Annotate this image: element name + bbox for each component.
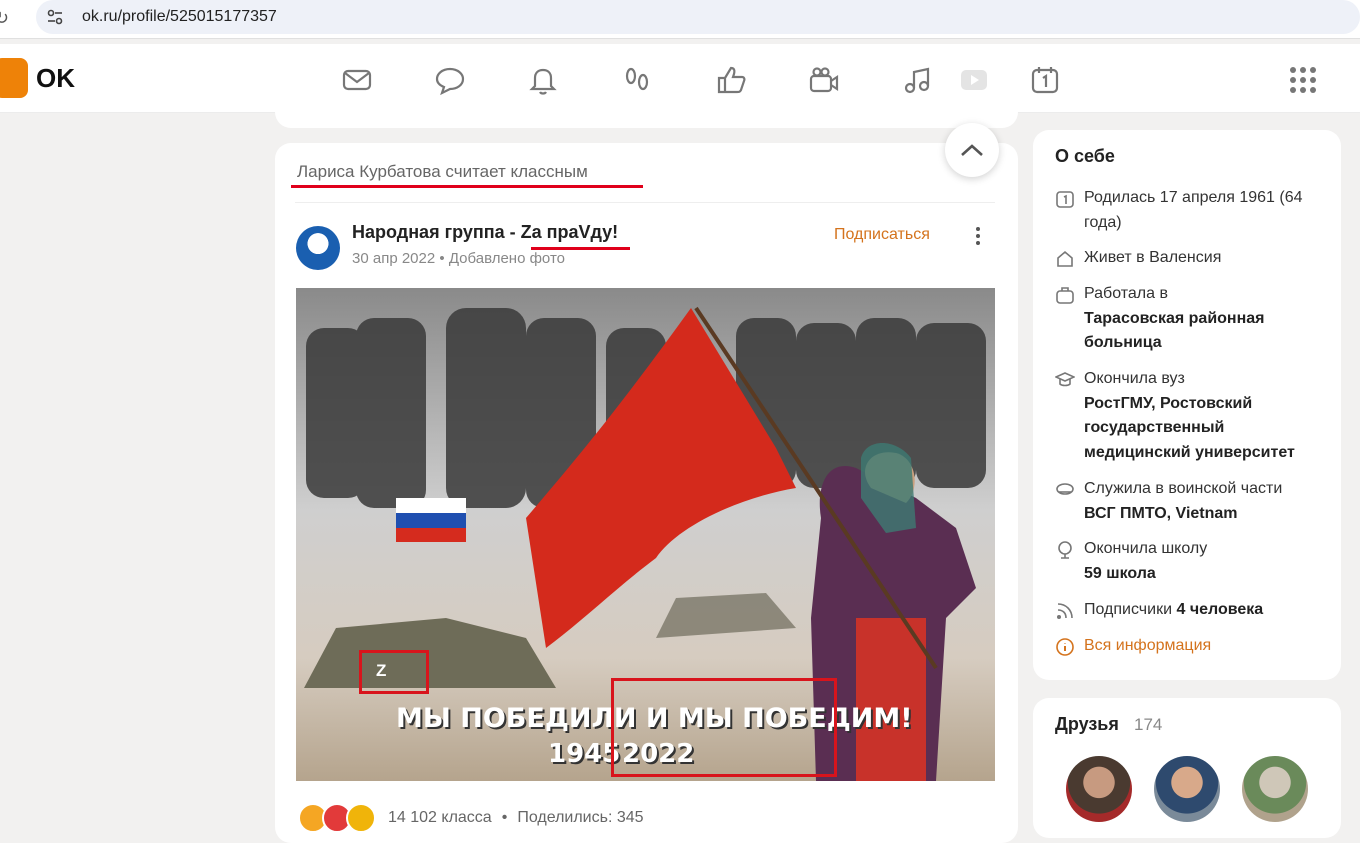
- post-meta-separator: •: [439, 250, 445, 267]
- about-title: О себе: [1055, 146, 1115, 166]
- group-name-suffix: !: [612, 222, 619, 242]
- about-university: Окончила вуз РостГМУ, Ростовский государс…: [1055, 367, 1335, 465]
- about-panel: О себе Родилась 17 апреля 1961 (64 года)…: [1033, 130, 1341, 680]
- info-icon: [1056, 638, 1074, 656]
- about-school-name[interactable]: 59 школа: [1084, 565, 1156, 582]
- friend-avatar[interactable]: [1154, 756, 1220, 822]
- likes-count[interactable]: 14 102 класса: [388, 809, 492, 827]
- video-camera-icon[interactable]: [808, 64, 840, 96]
- friend-avatar[interactable]: [1066, 756, 1132, 822]
- about-subscribers-count[interactable]: 4 человека: [1176, 601, 1263, 618]
- reaction-love-icon[interactable]: [346, 803, 376, 833]
- footprints-icon[interactable]: [621, 64, 653, 96]
- calendar-icon[interactable]: [1029, 64, 1061, 96]
- about-subscribers: Подписчики 4 человека: [1055, 598, 1335, 623]
- group-name-highlight: Za праVду: [520, 222, 613, 242]
- post-footer: 14 102 класса • Поделились: 345: [298, 803, 644, 833]
- home-icon: [1057, 250, 1073, 267]
- post-action: Добавлено фото: [448, 250, 565, 267]
- bell-icon[interactable]: [527, 64, 559, 96]
- friends-title[interactable]: Друзья: [1055, 714, 1119, 735]
- mail-icon[interactable]: [341, 64, 373, 96]
- red-box-2022: [611, 678, 837, 777]
- image-year-1945: 1945: [548, 739, 621, 769]
- post-divider: [295, 202, 995, 203]
- about-work: Работала в Тарасовская районная больница: [1055, 282, 1335, 356]
- more-options-icon[interactable]: [970, 224, 986, 248]
- ok-logo[interactable]: OK: [0, 58, 75, 98]
- group-avatar[interactable]: [296, 226, 340, 270]
- reload-icon[interactable]: ↻: [0, 8, 9, 29]
- url-text[interactable]: ok.ru/profile/525015177357: [82, 8, 277, 26]
- chevron-up-icon: [961, 144, 983, 156]
- about-lives-city[interactable]: Валенсия: [1149, 249, 1221, 266]
- apps-grid-icon[interactable]: [1287, 64, 1319, 96]
- graduation-cap-icon: [1055, 372, 1075, 387]
- group-name[interactable]: Народная группа - Za праVду!: [352, 222, 618, 243]
- calendar-icon: [1056, 191, 1074, 208]
- footer-separator: •: [501, 809, 508, 826]
- ok-logo-mark: [0, 58, 28, 98]
- military-cap-icon: [1056, 483, 1074, 495]
- subscribe-button[interactable]: Подписаться: [834, 226, 930, 244]
- browser-url-bar: ↻ ok.ru/profile/525015177357: [0, 0, 1360, 39]
- about-lives: Живет в Валенсия: [1055, 246, 1335, 271]
- chat-icon[interactable]: [434, 64, 466, 96]
- about-school: Окончила школу 59 школа: [1055, 537, 1335, 586]
- red-box-z-mark: [359, 650, 429, 694]
- post-date[interactable]: 30 апр 2022: [352, 250, 435, 267]
- shares-count[interactable]: Поделились: 345: [517, 809, 643, 827]
- school-globe-icon: [1058, 541, 1072, 559]
- top-navigation: OK: [0, 44, 1360, 113]
- friends-panel: Друзья 174: [1033, 698, 1341, 838]
- site-settings-icon[interactable]: [46, 8, 64, 26]
- video-play-icon[interactable]: [958, 64, 990, 96]
- post-meta: 30 апр 2022 • Добавлено фото: [352, 250, 565, 267]
- thumbs-up-icon[interactable]: [715, 64, 747, 96]
- about-university-name[interactable]: РостГМУ, Ростовский государственный меди…: [1084, 395, 1295, 461]
- about-born: Родилась 17 апреля 1961 (64 года): [1055, 186, 1335, 235]
- about-army: Служила в воинской части ВСГ ПМТО, Vietna…: [1055, 477, 1335, 526]
- group-name-prefix: Народная группа -: [352, 222, 521, 242]
- music-note-icon[interactable]: [901, 64, 933, 96]
- previous-post-card-bottom: [275, 108, 1018, 128]
- about-army-unit[interactable]: ВСГ ПМТО, Vietnam: [1084, 505, 1238, 522]
- red-underline-liker: [291, 185, 643, 188]
- friend-avatar[interactable]: [1242, 756, 1308, 822]
- friends-count: 174: [1134, 715, 1163, 734]
- rss-icon: [1057, 603, 1073, 619]
- briefcase-icon: [1056, 287, 1074, 304]
- about-all-info-link[interactable]: Вся информация: [1055, 634, 1335, 659]
- scroll-to-top-button[interactable]: [945, 123, 999, 177]
- liked-by-text[interactable]: Лариса Курбатова считает классным: [297, 162, 588, 182]
- about-work-place[interactable]: Тарасовская районная больница: [1084, 310, 1264, 352]
- ok-logo-text: OK: [36, 62, 75, 93]
